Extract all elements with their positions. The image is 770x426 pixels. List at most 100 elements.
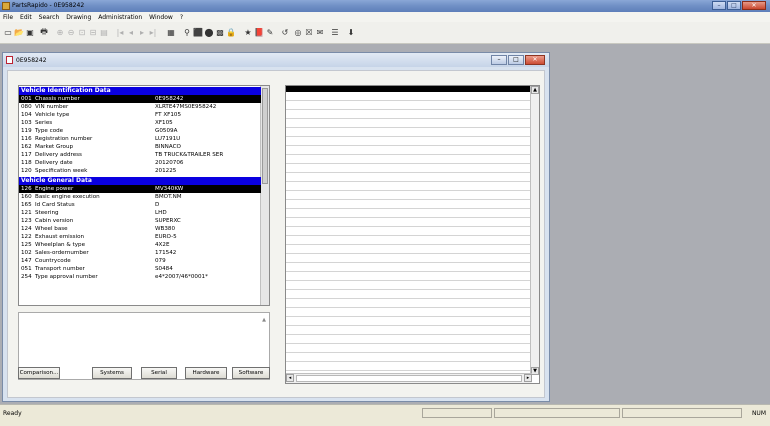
data-code: 080 xyxy=(21,104,32,110)
data-label: Type approval number xyxy=(35,274,98,280)
data-value: MV340KW xyxy=(155,186,184,192)
catalog-icon[interactable]: ▦ xyxy=(166,25,176,40)
menu-help[interactable]: ? xyxy=(180,14,183,21)
scroll-down-icon[interactable]: ▼ xyxy=(531,367,539,375)
vehicle-data-scrollbar[interactable] xyxy=(260,86,269,305)
print-icon[interactable]: 🖶 xyxy=(39,25,49,40)
data-value: LHD xyxy=(155,210,167,216)
flag-icon[interactable]: ▩ xyxy=(215,25,225,40)
data-label: Engine power xyxy=(35,186,74,192)
parts-grid-rows[interactable] xyxy=(286,92,532,372)
software-button[interactable]: Software xyxy=(232,367,270,379)
notes-scroll-up-icon[interactable]: ▲ xyxy=(262,317,266,323)
prev-icon[interactable]: ◂ xyxy=(126,25,136,40)
data-row[interactable]: 160 Basic engine execution BMOT.NM xyxy=(19,193,261,201)
menu-window[interactable]: Window xyxy=(149,14,173,21)
data-row[interactable]: 119 Type code G0509A xyxy=(19,127,261,135)
vehicle-data-list[interactable]: Vehicle Identification Data 001 Chassis nu… xyxy=(18,85,270,306)
data-label: Registration number xyxy=(35,136,93,142)
parts-grid-vscroll[interactable]: ▲ ▼ xyxy=(530,86,539,375)
cross-icon[interactable]: ☒ xyxy=(304,25,314,40)
zoom-page-icon[interactable]: ⊟ xyxy=(88,25,98,40)
data-code: 125 xyxy=(21,242,32,248)
menu-search[interactable]: Search xyxy=(39,14,60,21)
pencil-icon[interactable]: ✎ xyxy=(265,25,275,40)
window-controls: – □ ✕ xyxy=(712,1,766,10)
data-row[interactable]: 116 Registration number LU7191U xyxy=(19,135,261,143)
scroll-up-icon[interactable]: ▲ xyxy=(531,86,539,94)
refresh-icon[interactable]: ↺ xyxy=(280,25,290,40)
data-row[interactable]: 118 Delivery date 20120706 xyxy=(19,159,261,167)
mail-icon[interactable]: ✉ xyxy=(315,25,325,40)
list-icon[interactable]: ☰ xyxy=(330,25,340,40)
menu-file[interactable]: File xyxy=(3,14,13,21)
data-row[interactable]: 123 Cabin version SUPERXC xyxy=(19,217,261,225)
zoom-fit-icon[interactable]: ⊡ xyxy=(77,25,87,40)
serial-button[interactable]: Serial xyxy=(141,367,177,379)
data-row[interactable]: 104 Vehicle type FT XF105 xyxy=(19,111,261,119)
scroll-left-icon[interactable]: ◂ xyxy=(286,374,294,382)
data-code: 126 xyxy=(21,186,32,192)
scroll-right-icon[interactable]: ▸ xyxy=(524,374,532,382)
data-label: Delivery date xyxy=(35,160,73,166)
data-row[interactable]: 122 Exhaust emission EURO-5 xyxy=(19,233,261,241)
child-close-button[interactable]: ✕ xyxy=(525,55,545,65)
data-row[interactable]: 001 Chassis number 0E958242 xyxy=(19,95,261,103)
star-icon[interactable]: ★ xyxy=(243,25,253,40)
menu-administration[interactable]: Administration xyxy=(98,14,142,21)
save-icon[interactable]: ▣ xyxy=(25,25,35,40)
open-icon[interactable]: 📂 xyxy=(14,25,24,40)
data-row[interactable]: 051 Transport number S0484 xyxy=(19,265,261,273)
vehicle-data-scroll-thumb[interactable] xyxy=(262,88,268,184)
zoom-in-icon[interactable]: ⊕ xyxy=(55,25,65,40)
data-row[interactable]: 147 Countrycode 079 xyxy=(19,257,261,265)
data-row[interactable]: 165 Id Card Status D xyxy=(19,201,261,209)
data-row[interactable]: 103 Series XF105 xyxy=(19,119,261,127)
data-row[interactable]: 126 Engine power MV340KW xyxy=(19,185,261,193)
data-row[interactable]: 124 Wheel base WB380 xyxy=(19,225,261,233)
target-icon[interactable]: ◎ xyxy=(293,25,303,40)
maximize-button[interactable]: □ xyxy=(727,1,741,10)
next-icon[interactable]: ▸ xyxy=(137,25,147,40)
zoom-out-icon[interactable]: ⊖ xyxy=(66,25,76,40)
menu-drawing[interactable]: Drawing xyxy=(66,14,91,21)
data-value: 20120706 xyxy=(155,160,184,166)
close-button[interactable]: ✕ xyxy=(742,1,766,10)
parts-grid[interactable]: ▲ ▼ ◂ ▸ xyxy=(285,85,540,384)
book-icon[interactable]: 📕 xyxy=(254,25,264,40)
child-minimize-button[interactable]: – xyxy=(491,55,507,65)
cart-icon[interactable]: ⬇ xyxy=(346,25,356,40)
menu-edit[interactable]: Edit xyxy=(20,14,32,21)
data-row[interactable]: 125 Wheelplan & type 4X2E xyxy=(19,241,261,249)
data-value: EURO-5 xyxy=(155,234,177,240)
record-icon[interactable]: ⬤ xyxy=(204,25,214,40)
data-row[interactable]: 254 Type approval number e4*2007/46*0001* xyxy=(19,273,261,281)
data-label: VIN number xyxy=(35,104,69,110)
systems-button[interactable]: Systems xyxy=(92,367,132,379)
data-row[interactable]: 120 Specification week 201225 xyxy=(19,167,261,175)
data-value: D xyxy=(155,202,160,208)
data-value: S0484 xyxy=(155,266,173,272)
toolbar-disabled-icon[interactable]: ▤ xyxy=(99,25,109,40)
lock-icon[interactable]: 🔒 xyxy=(226,25,236,40)
parts-grid-hscroll[interactable]: ◂ ▸ xyxy=(286,373,532,383)
data-row[interactable]: 117 Delivery address TB TRUCK&TRAILER SER xyxy=(19,151,261,159)
data-row[interactable]: 121 Steering LHD xyxy=(19,209,261,217)
new-icon[interactable]: ▭ xyxy=(3,25,13,40)
first-icon[interactable]: |◂ xyxy=(115,25,125,40)
last-icon[interactable]: ▸| xyxy=(148,25,158,40)
data-label: Transport number xyxy=(35,266,85,272)
data-row[interactable]: 162 Market Group BINNACO xyxy=(19,143,261,151)
data-row[interactable]: 080 VIN number XLRTE47MS0E958242 xyxy=(19,103,261,111)
hardware-button[interactable]: Hardware xyxy=(185,367,227,379)
child-maximize-button[interactable]: □ xyxy=(508,55,524,65)
binoculars-icon[interactable]: ⚲ xyxy=(182,25,192,40)
data-row[interactable]: 102 Sales-ordernumber 171542 xyxy=(19,249,261,257)
status-panel-2 xyxy=(494,408,620,418)
data-code: 120 xyxy=(21,168,32,174)
comparison-button[interactable]: Comparison... xyxy=(18,367,60,379)
vehicle-icon[interactable]: ⬛ xyxy=(193,25,203,40)
data-code: 254 xyxy=(21,274,32,280)
parts-grid-hscroll-thumb[interactable] xyxy=(296,375,522,382)
minimize-button[interactable]: – xyxy=(712,1,726,10)
